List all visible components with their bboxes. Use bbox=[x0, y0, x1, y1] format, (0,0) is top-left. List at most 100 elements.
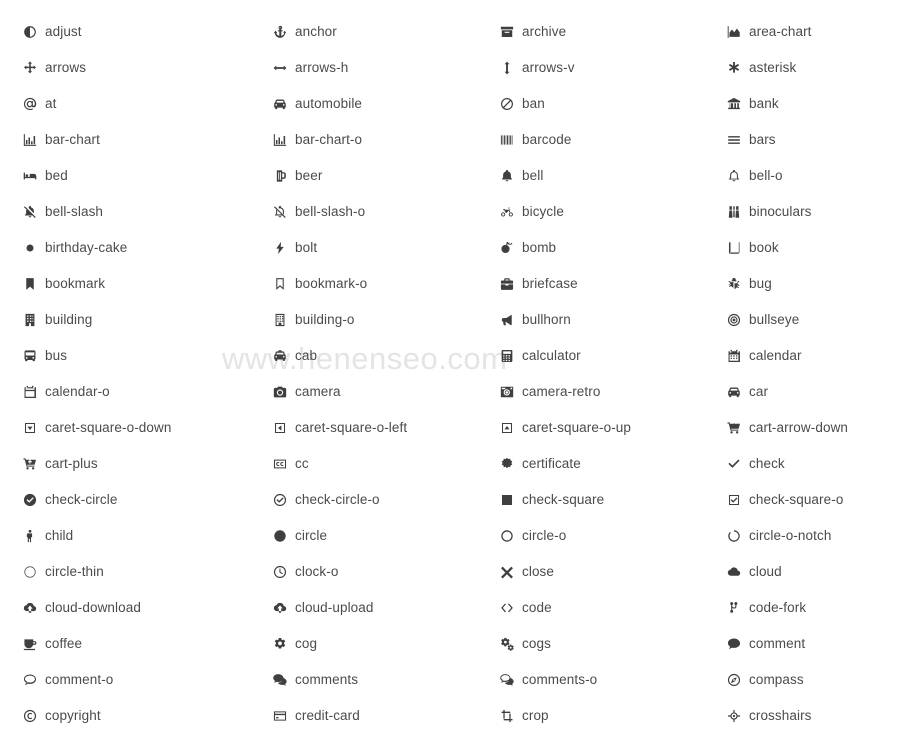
icon-item-comment-o[interactable]: comment-o bbox=[0, 662, 247, 698]
icon-label: bookmark-o bbox=[295, 276, 368, 292]
bullseye-icon bbox=[726, 312, 742, 328]
icon-item-book[interactable]: book bbox=[703, 230, 902, 266]
icon-item-circle-o-notch[interactable]: circle-o-notch bbox=[703, 518, 902, 554]
icon-item-at[interactable]: at bbox=[0, 86, 247, 122]
asterisk-icon bbox=[726, 60, 742, 76]
icon-item-certificate[interactable]: certificate bbox=[475, 446, 703, 482]
icon-item-camera-retro[interactable]: camera-retro bbox=[475, 374, 703, 410]
icon-item-bell-slash-o[interactable]: bell-slash-o bbox=[247, 194, 475, 230]
icon-item-bus[interactable]: bus bbox=[0, 338, 247, 374]
icon-label: close bbox=[522, 564, 555, 580]
icon-item-bullhorn[interactable]: bullhorn bbox=[475, 302, 703, 338]
icon-item-comment[interactable]: comment bbox=[703, 626, 902, 662]
icon-item-building-o[interactable]: building-o bbox=[247, 302, 475, 338]
icon-item-bars[interactable]: bars bbox=[703, 122, 902, 158]
icon-item-coffee[interactable]: coffee bbox=[0, 626, 247, 662]
icon-item-code-fork[interactable]: code-fork bbox=[703, 590, 902, 626]
icon-item-crop[interactable]: crop bbox=[475, 698, 703, 734]
icon-item-circle-o[interactable]: circle-o bbox=[475, 518, 703, 554]
icon-item-circle[interactable]: circle bbox=[247, 518, 475, 554]
icon-item-check-circle-o[interactable]: check-circle-o bbox=[247, 482, 475, 518]
icon-item-comments-o[interactable]: comments-o bbox=[475, 662, 703, 698]
caret-square-o-up-icon bbox=[499, 420, 515, 436]
icon-item-asterisk[interactable]: asterisk bbox=[703, 50, 902, 86]
icon-item-caret-square-o-up[interactable]: caret-square-o-up bbox=[475, 410, 703, 446]
icon-item-bullseye[interactable]: bullseye bbox=[703, 302, 902, 338]
caret-square-o-left-icon bbox=[272, 420, 288, 436]
icon-item-bell-slash[interactable]: bell-slash bbox=[0, 194, 247, 230]
icon-item-barcode[interactable]: barcode bbox=[475, 122, 703, 158]
icon-label: calculator bbox=[522, 348, 581, 364]
icon-item-beer[interactable]: beer bbox=[247, 158, 475, 194]
icon-item-bicycle[interactable]: bicycle bbox=[475, 194, 703, 230]
icon-item-briefcase[interactable]: briefcase bbox=[475, 266, 703, 302]
icon-item-camera[interactable]: camera bbox=[247, 374, 475, 410]
birthday-cake-icon bbox=[22, 240, 38, 256]
circle-thin-icon bbox=[22, 564, 38, 580]
icon-item-bug[interactable]: bug bbox=[703, 266, 902, 302]
icon-label: bars bbox=[749, 132, 776, 148]
icon-item-binoculars[interactable]: binoculars bbox=[703, 194, 902, 230]
icon-label: caret-square-o-down bbox=[45, 420, 172, 436]
icon-label: bell-o bbox=[749, 168, 783, 184]
icon-item-bookmark-o[interactable]: bookmark-o bbox=[247, 266, 475, 302]
building-o-icon bbox=[272, 312, 288, 328]
icon-item-credit-card[interactable]: credit-card bbox=[247, 698, 475, 734]
icon-item-car[interactable]: car bbox=[703, 374, 902, 410]
icon-item-bookmark[interactable]: bookmark bbox=[0, 266, 247, 302]
icon-item-arrows[interactable]: arrows bbox=[0, 50, 247, 86]
icon-label: copyright bbox=[45, 708, 101, 724]
icon-item-cogs[interactable]: cogs bbox=[475, 626, 703, 662]
icon-item-area-chart[interactable]: area-chart bbox=[703, 14, 902, 50]
binoculars-icon bbox=[726, 204, 742, 220]
icon-item-cab[interactable]: cab bbox=[247, 338, 475, 374]
icon-item-child[interactable]: child bbox=[0, 518, 247, 554]
icon-item-anchor[interactable]: anchor bbox=[247, 14, 475, 50]
icon-item-calculator[interactable]: calculator bbox=[475, 338, 703, 374]
icon-item-birthday-cake[interactable]: birthday-cake bbox=[0, 230, 247, 266]
icon-item-cart-arrow-down[interactable]: cart-arrow-down bbox=[703, 410, 902, 446]
icon-item-bar-chart-o[interactable]: bar-chart-o bbox=[247, 122, 475, 158]
icon-item-calendar-o[interactable]: calendar-o bbox=[0, 374, 247, 410]
icon-item-check-square[interactable]: check-square bbox=[475, 482, 703, 518]
icon-item-arrows-v[interactable]: arrows-v bbox=[475, 50, 703, 86]
icon-item-ban[interactable]: ban bbox=[475, 86, 703, 122]
icon-item-bomb[interactable]: bomb bbox=[475, 230, 703, 266]
icon-item-comments[interactable]: comments bbox=[247, 662, 475, 698]
icon-item-bolt[interactable]: bolt bbox=[247, 230, 475, 266]
icon-label: circle-o bbox=[522, 528, 567, 544]
icon-item-code[interactable]: code bbox=[475, 590, 703, 626]
icon-item-circle-thin[interactable]: circle-thin bbox=[0, 554, 247, 590]
icon-item-clock-o[interactable]: clock-o bbox=[247, 554, 475, 590]
icon-item-cart-plus[interactable]: cart-plus bbox=[0, 446, 247, 482]
icon-item-cloud-upload[interactable]: cloud-upload bbox=[247, 590, 475, 626]
icon-item-check-square-o[interactable]: check-square-o bbox=[703, 482, 902, 518]
icon-item-calendar[interactable]: calendar bbox=[703, 338, 902, 374]
icon-item-check-circle[interactable]: check-circle bbox=[0, 482, 247, 518]
icon-item-building[interactable]: building bbox=[0, 302, 247, 338]
icon-item-close[interactable]: close bbox=[475, 554, 703, 590]
icon-label: circle-o-notch bbox=[749, 528, 832, 544]
icon-item-archive[interactable]: archive bbox=[475, 14, 703, 50]
icon-item-cog[interactable]: cog bbox=[247, 626, 475, 662]
icon-item-cloud-download[interactable]: cloud-download bbox=[0, 590, 247, 626]
check-square-o-icon bbox=[726, 492, 742, 508]
icon-item-bank[interactable]: bank bbox=[703, 86, 902, 122]
icon-item-crosshairs[interactable]: crosshairs bbox=[703, 698, 902, 734]
icon-item-bed[interactable]: bed bbox=[0, 158, 247, 194]
icon-item-caret-square-o-left[interactable]: caret-square-o-left bbox=[247, 410, 475, 446]
icon-item-automobile[interactable]: automobile bbox=[247, 86, 475, 122]
icon-item-check[interactable]: check bbox=[703, 446, 902, 482]
icon-item-caret-square-o-down[interactable]: caret-square-o-down bbox=[0, 410, 247, 446]
car-icon bbox=[726, 384, 742, 400]
icon-item-bar-chart[interactable]: bar-chart bbox=[0, 122, 247, 158]
icon-item-copyright[interactable]: copyright bbox=[0, 698, 247, 734]
icon-item-compass[interactable]: compass bbox=[703, 662, 902, 698]
icon-item-bell[interactable]: bell bbox=[475, 158, 703, 194]
icon-item-adjust[interactable]: adjust bbox=[0, 14, 247, 50]
icon-item-bell-o[interactable]: bell-o bbox=[703, 158, 902, 194]
bell-slash-icon bbox=[22, 204, 38, 220]
icon-item-cc[interactable]: cc bbox=[247, 446, 475, 482]
icon-item-arrows-h[interactable]: arrows-h bbox=[247, 50, 475, 86]
icon-item-cloud[interactable]: cloud bbox=[703, 554, 902, 590]
